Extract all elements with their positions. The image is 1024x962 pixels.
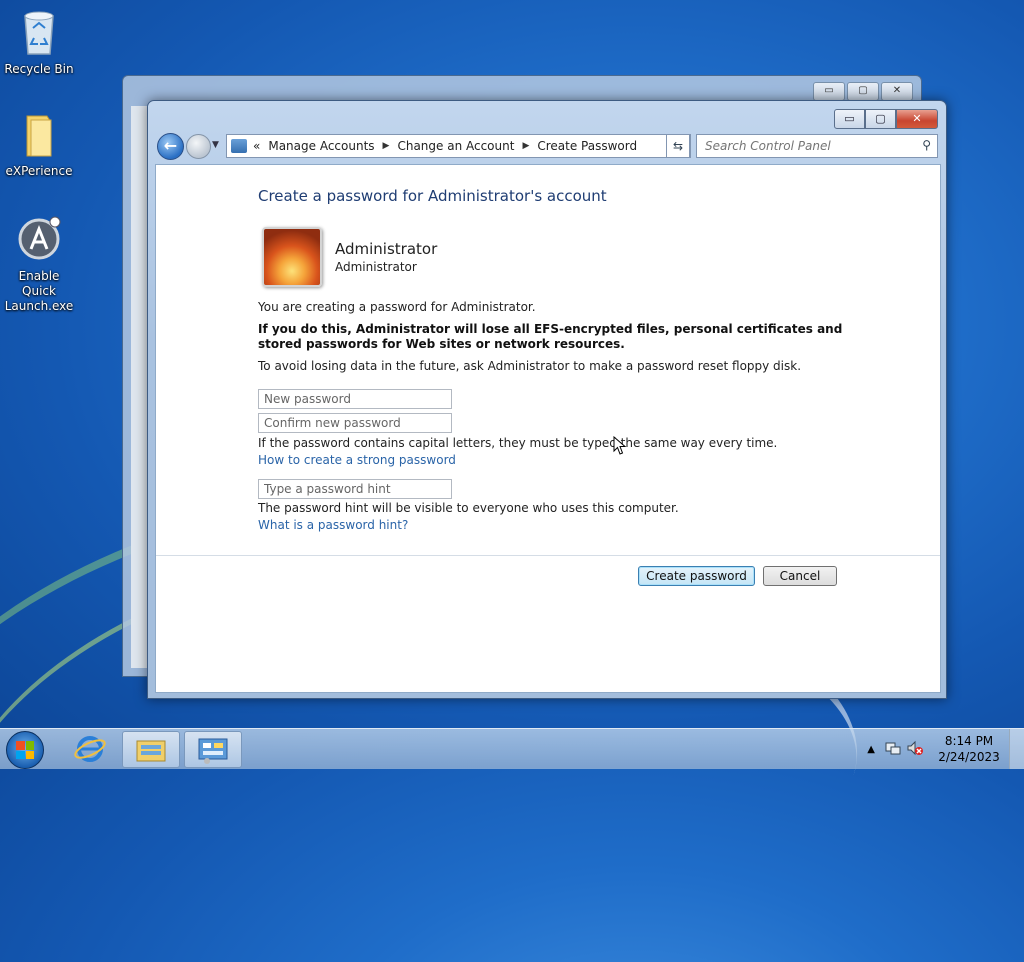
desktop-icon-label: eXPerience [5, 164, 73, 178]
minimize-icon[interactable]: ▭ [813, 82, 845, 101]
desktop-icon-label: Enable Quick Launch.exe [4, 269, 74, 313]
maximize-button[interactable]: ▢ [865, 109, 896, 129]
divider [156, 555, 940, 556]
breadcrumb-separator-icon[interactable]: ▶ [383, 141, 390, 151]
taskbar-internet-explorer[interactable] [62, 731, 118, 766]
password-hint-field[interactable] [258, 479, 452, 499]
search-box[interactable]: ⚲ [696, 134, 938, 158]
internet-explorer-icon [74, 736, 106, 762]
folder-icon [136, 740, 166, 762]
show-hidden-icons-icon[interactable]: ▲ [867, 744, 875, 755]
forward-button[interactable] [186, 134, 211, 159]
taskbar: ▲ 8:14 PM 2/24/2023 [0, 728, 1024, 769]
start-button[interactable] [6, 731, 44, 769]
strong-password-link[interactable]: How to create a strong password [258, 453, 456, 467]
desktop-icon-recycle-bin[interactable]: Recycle Bin [1, 8, 77, 77]
user-avatar [262, 227, 322, 287]
back-button[interactable]: ← [157, 133, 184, 160]
clock[interactable]: 8:14 PM 2/24/2023 [929, 733, 1009, 765]
create-password-window[interactable]: ▭ ▢ ✕ ← ▼ « Manage Accounts ▶ Change an … [147, 100, 947, 699]
create-password-button[interactable]: Create password [638, 566, 755, 586]
refresh-icon: ⇆ [672, 139, 684, 153]
arrow-left-icon: ← [163, 136, 178, 155]
cancel-button[interactable]: Cancel [763, 566, 837, 586]
system-tray: ▲ 8:14 PM 2/24/2023 [867, 729, 1024, 769]
confirm-password-field[interactable] [258, 413, 452, 433]
page-title: Create a password for Administrator's ac… [258, 187, 607, 205]
windows-logo-icon [16, 741, 34, 759]
background-window-controls: ▭ ▢ ✕ [813, 82, 913, 101]
control-panel-icon [231, 139, 247, 153]
advice-text: To avoid losing data in the future, ask … [258, 359, 802, 373]
maximize-icon[interactable]: ▢ [847, 82, 879, 101]
folder-icon [17, 110, 61, 160]
hint-note: The password hint will be visible to eve… [258, 501, 679, 515]
taskbar-windows-explorer[interactable] [122, 731, 180, 768]
breadcrumb-manage-accounts[interactable]: Manage Accounts [268, 139, 374, 153]
recent-pages-dropdown[interactable]: ▼ [212, 140, 219, 150]
breadcrumb-create-password[interactable]: Create Password [537, 139, 637, 153]
search-input[interactable] [703, 135, 912, 157]
warning-text: If you do this, Administrator will lose … [258, 322, 843, 351]
volume-muted-icon[interactable] [907, 740, 923, 759]
clock-time: 8:14 PM [944, 734, 994, 748]
desktop-icon-enable-quick-launch[interactable]: Enable Quick Launch.exe [1, 215, 77, 314]
case-sensitivity-note: If the password contains capital letters… [258, 436, 778, 450]
control-panel-icon [198, 738, 228, 764]
breadcrumb-overflow-icon[interactable]: « [253, 139, 260, 153]
window-controls: ▭ ▢ ✕ [834, 109, 938, 129]
desktop-icon-experience[interactable]: eXPerience [1, 110, 77, 179]
intro-text: You are creating a password for Administ… [258, 300, 536, 314]
new-password-field[interactable] [258, 389, 452, 409]
desktop-icon-label: Recycle Bin [4, 62, 74, 76]
address-bar[interactable]: « Manage Accounts ▶ Change an Account ▶ … [226, 134, 691, 158]
breadcrumb-separator-icon[interactable]: ▶ [522, 141, 529, 151]
clock-date: 2/24/2023 [938, 750, 1000, 764]
mouse-cursor-icon [613, 436, 627, 455]
search-icon[interactable]: ⚲ [922, 138, 931, 152]
recycle-bin-icon [17, 8, 61, 58]
chevron-down-icon: ▼ [212, 140, 219, 150]
taskbar-control-panel[interactable] [184, 731, 242, 768]
content-pane: Create a password for Administrator's ac… [155, 164, 941, 693]
refresh-button[interactable]: ⇆ [666, 134, 690, 158]
close-button[interactable]: ✕ [896, 109, 938, 129]
close-icon[interactable]: ✕ [881, 82, 913, 101]
app-launcher-icon [17, 215, 61, 265]
breadcrumb-change-account[interactable]: Change an Account [397, 139, 514, 153]
show-desktop-button[interactable] [1009, 729, 1024, 769]
user-name: Administrator [335, 240, 438, 258]
minimize-button[interactable]: ▭ [834, 109, 865, 129]
password-hint-link[interactable]: What is a password hint? [258, 518, 408, 532]
user-role: Administrator [335, 260, 417, 274]
network-icon[interactable] [885, 740, 901, 759]
